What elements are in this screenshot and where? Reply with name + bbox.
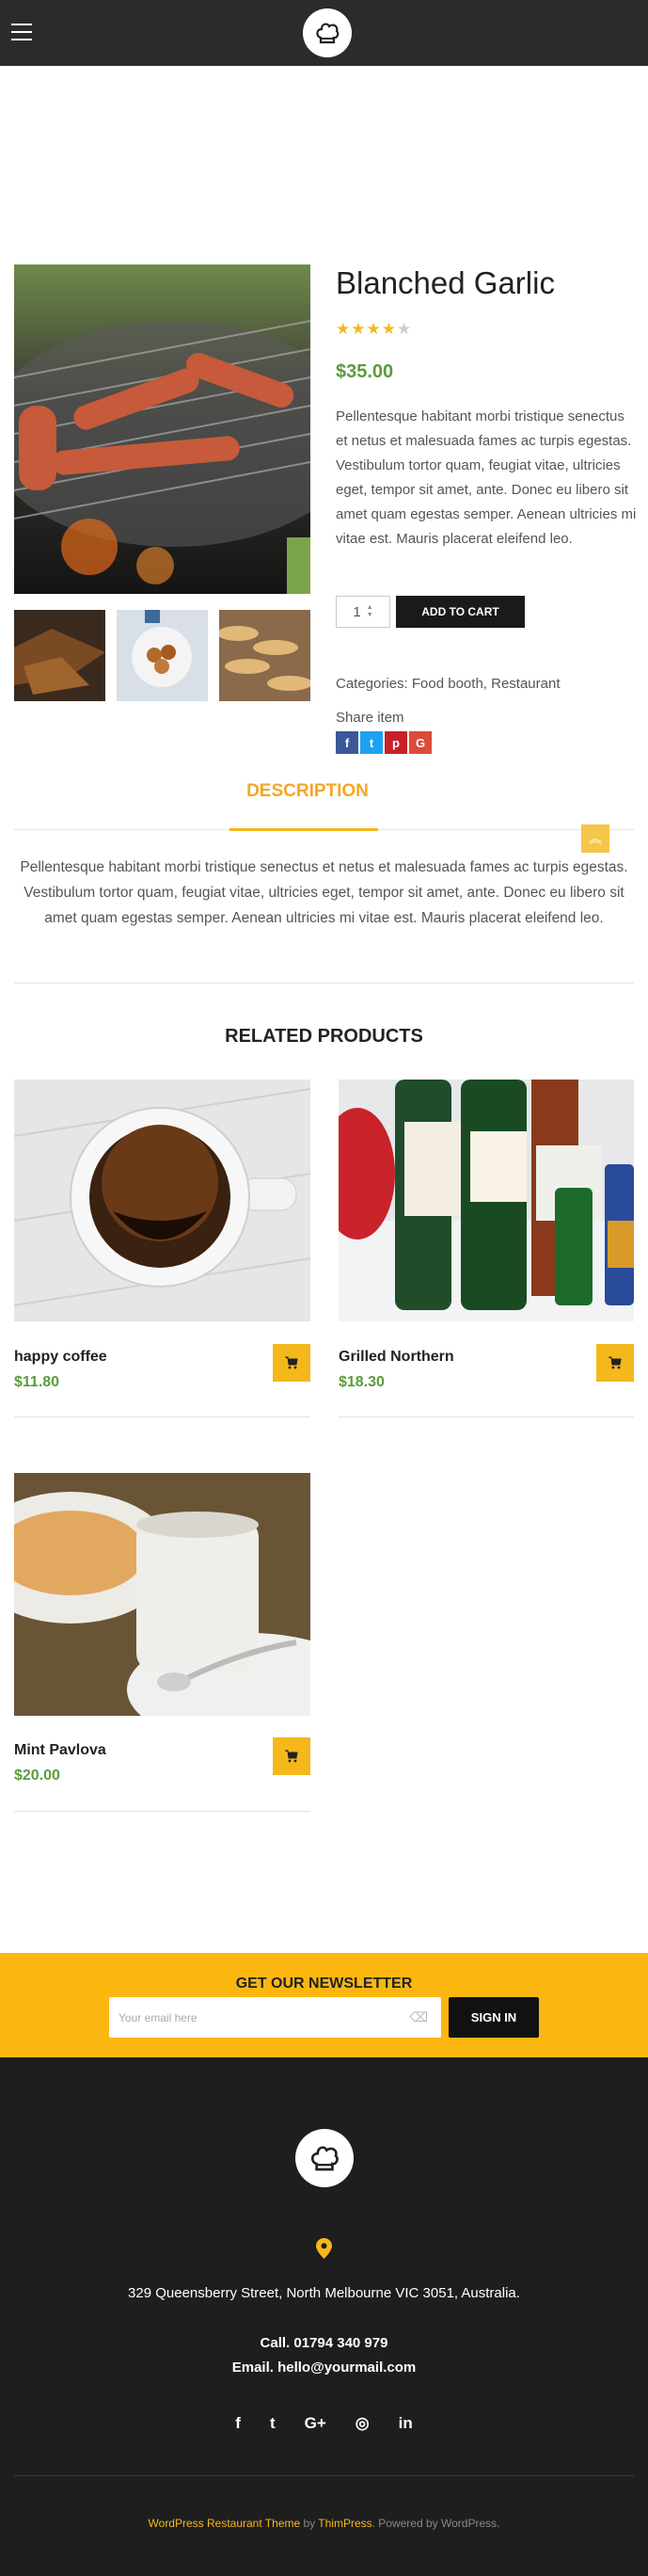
product-description: Pellentesque habitant morbi tristique se… bbox=[336, 408, 637, 547]
cart-icon bbox=[285, 1356, 298, 1369]
rating-stars: ★★★★★ bbox=[336, 320, 412, 339]
dribbble-icon[interactable]: ◎ bbox=[356, 2414, 370, 2433]
stepper-up-icon: ▲ bbox=[366, 604, 373, 611]
location-pin-icon bbox=[316, 2238, 332, 2264]
twitter-icon[interactable]: t bbox=[360, 731, 383, 754]
quantity-value: 1 bbox=[353, 603, 361, 620]
product-image[interactable] bbox=[14, 1080, 310, 1321]
footer-logo[interactable] bbox=[295, 2129, 354, 2187]
credit-by: by bbox=[300, 2517, 319, 2530]
product-image[interactable] bbox=[14, 1473, 310, 1716]
related-product-price: $11.80 bbox=[14, 1374, 60, 1390]
footer-phone[interactable]: Call. 01794 340 979 bbox=[0, 2335, 648, 2351]
credit-theme-link[interactable]: WordPress Restaurant Theme bbox=[149, 2517, 301, 2530]
footer-credit: WordPress Restaurant Theme by ThimPress.… bbox=[0, 2517, 648, 2530]
google-plus-icon[interactable]: G bbox=[409, 731, 432, 754]
clear-input-icon: ⌫ bbox=[409, 2009, 428, 2024]
google-plus-icon[interactable]: G+ bbox=[305, 2414, 326, 2433]
add-to-cart-button[interactable]: ADD TO CART bbox=[396, 596, 525, 628]
footer-socials: f t G+ ◎ in bbox=[0, 2414, 648, 2433]
cart-icon bbox=[285, 1750, 298, 1763]
back-to-top-button[interactable]: ︽ bbox=[581, 824, 609, 853]
tab-description-content: Pellentesque habitant morbi tristique se… bbox=[20, 859, 628, 926]
product-title: Blanched Garlic bbox=[336, 265, 555, 300]
tab-active-underline bbox=[229, 828, 378, 831]
credit-author-link[interactable]: ThimPress bbox=[318, 2517, 371, 2530]
chef-hat-icon bbox=[310, 2146, 339, 2171]
cart-icon bbox=[608, 1356, 622, 1369]
facebook-icon[interactable]: f bbox=[336, 731, 358, 754]
newsletter-title: GET OUR NEWSLETTER bbox=[235, 1976, 413, 1992]
related-product-price: $20.00 bbox=[14, 1768, 60, 1784]
related-product-name[interactable]: Mint Pavlova bbox=[14, 1742, 106, 1759]
categories-links[interactable]: Food booth, Restaurant bbox=[412, 676, 561, 692]
hamburger-icon[interactable] bbox=[11, 24, 32, 40]
product-price: $35.00 bbox=[336, 361, 394, 382]
related-product-name[interactable]: happy coffee bbox=[14, 1349, 107, 1366]
share-label: Share item bbox=[336, 710, 404, 726]
footer-address: 329 Queensberry Street, North Melbourne … bbox=[128, 2285, 520, 2301]
product-image[interactable] bbox=[339, 1080, 634, 1321]
quantity-stepper[interactable]: 1 ▲ ▼ bbox=[336, 596, 390, 628]
add-to-cart-button[interactable] bbox=[273, 1344, 310, 1382]
product-thumbnail[interactable] bbox=[219, 610, 310, 701]
related-product-price: $18.30 bbox=[339, 1374, 385, 1390]
product-divider bbox=[14, 1811, 310, 1812]
product-categories: Categories: Food booth, Restaurant bbox=[336, 676, 561, 692]
footer-divider bbox=[14, 2475, 634, 2476]
product-divider bbox=[339, 1416, 634, 1417]
section-divider bbox=[14, 983, 634, 984]
add-to-cart-button[interactable] bbox=[596, 1344, 634, 1382]
linkedin-icon[interactable]: in bbox=[399, 2414, 413, 2433]
tab-description[interactable]: DESCRIPTION bbox=[237, 781, 378, 802]
categories-label: Categories: bbox=[336, 676, 408, 692]
site-logo[interactable] bbox=[303, 8, 352, 57]
facebook-icon[interactable]: f bbox=[235, 2414, 241, 2433]
add-to-cart-button[interactable] bbox=[273, 1737, 310, 1775]
chef-hat-icon bbox=[316, 23, 340, 44]
stepper-down-icon: ▼ bbox=[366, 612, 373, 618]
newsletter-placeholder: Your email here bbox=[119, 2010, 198, 2024]
star-icon: ★★★★ bbox=[336, 320, 397, 338]
product-thumbnail[interactable] bbox=[14, 610, 105, 701]
related-product-name[interactable]: Grilled Northern bbox=[339, 1349, 454, 1366]
newsletter-email-input[interactable]: Your email here ⌫ bbox=[109, 1997, 441, 2038]
pinterest-icon[interactable]: p bbox=[385, 731, 407, 754]
twitter-icon[interactable]: t bbox=[270, 2414, 276, 2433]
share-icons: f t p G bbox=[336, 731, 432, 754]
chevron-up-icon: ︽ bbox=[589, 831, 602, 846]
product-divider bbox=[14, 1416, 310, 1417]
credit-tail: . Powered by WordPress. bbox=[371, 2517, 500, 2530]
footer-email[interactable]: Email. hello@yourmail.com bbox=[0, 2360, 648, 2376]
product-thumbnail[interactable] bbox=[117, 610, 208, 701]
sign-in-button[interactable]: SIGN IN bbox=[449, 1997, 539, 2038]
product-main-image[interactable] bbox=[14, 264, 310, 594]
related-products-title: RELATED PRODUCTS bbox=[225, 1026, 423, 1047]
star-empty-icon: ★ bbox=[396, 320, 413, 338]
